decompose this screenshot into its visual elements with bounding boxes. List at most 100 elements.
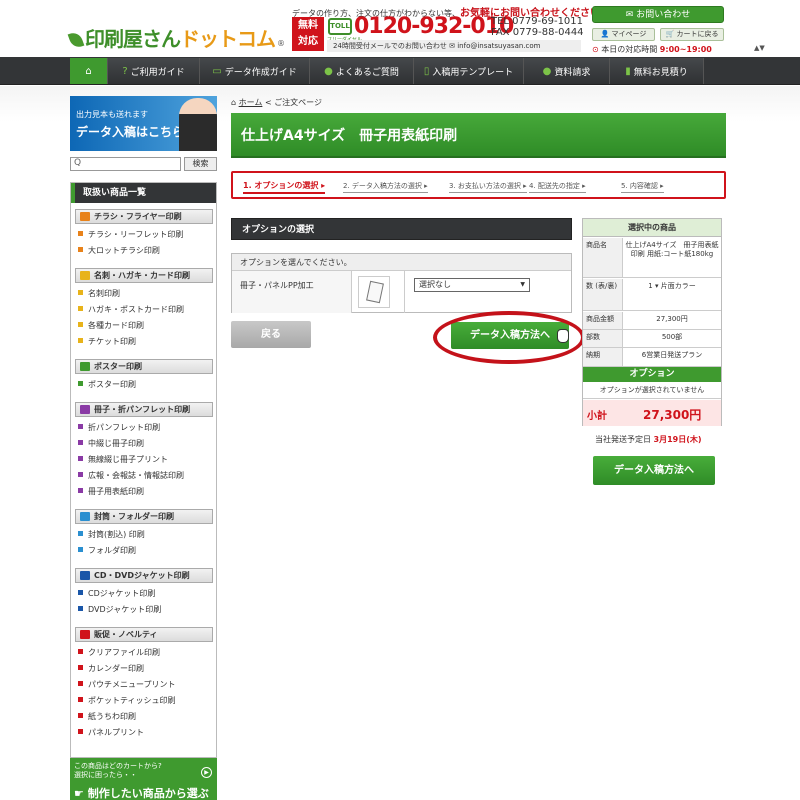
user-icon: 👤	[600, 30, 610, 38]
category-header[interactable]: ポスター印刷	[75, 359, 213, 374]
back-button[interactable]: 戻る	[231, 321, 311, 348]
nav-guide[interactable]: ? ご利用ガイド	[108, 58, 200, 84]
sidebar-product-link[interactable]: 広報・会報誌・情報誌印刷	[78, 471, 184, 481]
sidebar-product-link[interactable]: クリアファイル印刷	[78, 648, 160, 658]
summary-value[interactable]: 1 ▾ 片面カラー	[625, 279, 719, 291]
fax-line: FAX 0779-88-0444	[491, 27, 584, 38]
email-contact-note[interactable]: 24時間受付メールでのお問い合わせ ✉ info@insatsuyasan.co…	[327, 40, 581, 52]
product-link-label: チラシ・リーフレット印刷	[88, 230, 184, 239]
category-label: CD・DVDジャケット印刷	[94, 571, 190, 580]
sidebar-product-link[interactable]: ポスター印刷	[78, 380, 136, 390]
product-link-label: 紙うちわ印刷	[88, 712, 136, 721]
sidebar-product-link[interactable]: 名刺印刷	[78, 289, 120, 299]
step-2: 2. データ入稿方法の選択 ▸	[343, 181, 428, 193]
sidebar-product-link[interactable]: チケット印刷	[78, 337, 136, 347]
nav-estimate-label: 無料お見積り	[633, 67, 688, 78]
tel-main-number[interactable]: 0120-932-010	[354, 14, 514, 39]
contact-button[interactable]: ✉ お問い合わせ	[592, 6, 724, 23]
sidebar-product-link[interactable]: 封筒(割込) 印刷	[78, 530, 145, 540]
cart-button[interactable]: 🛒 カートに戻る	[660, 28, 724, 41]
upload-banner[interactable]: 出力見本も送れます データ入稿はこちら	[70, 96, 217, 151]
finder-line2: 選択に困ったら・・	[74, 771, 137, 779]
document-icon: ▯	[423, 65, 430, 77]
bullet-icon	[78, 247, 83, 252]
search-button[interactable]: 検索	[184, 157, 217, 171]
category-label: チラシ・フライヤー印刷	[94, 212, 182, 221]
search-input[interactable]: Q	[70, 157, 181, 171]
category-header[interactable]: チラシ・フライヤー印刷	[75, 209, 213, 224]
pin-icon: ●	[542, 65, 552, 77]
scroll-arrows[interactable]: ▲▼	[754, 44, 765, 52]
product-link-label: カレンダー印刷	[88, 664, 144, 673]
category-icon	[80, 630, 90, 639]
bullet-icon	[78, 290, 83, 295]
summary-heading: 選択中の商品	[583, 219, 721, 237]
breadcrumb-sep: <	[264, 98, 272, 107]
product-link-label: パネルプリント	[88, 728, 144, 737]
sidebar-product-link[interactable]: 紙うちわ印刷	[78, 712, 136, 722]
sidebar-product-link[interactable]: パネルプリント	[78, 728, 144, 738]
mypage-button[interactable]: 👤 マイページ	[592, 28, 655, 41]
category-header[interactable]: 名刺・ハガキ・カード印刷	[75, 268, 213, 283]
sidebar-product-link[interactable]: パウチメニュープリント	[78, 680, 176, 690]
bullet-icon	[78, 338, 83, 343]
finder-cta: ☛ 制作したい商品から選ぶ	[74, 785, 209, 800]
product-link-label: 各種カード印刷	[88, 321, 144, 330]
category-label: 封筒・フォルダー印刷	[94, 512, 174, 521]
mypage-label: マイページ	[611, 30, 647, 38]
nav-request-label: 資料請求	[554, 67, 591, 78]
nav-data-guide[interactable]: ▭ データ作成ガイド	[200, 58, 310, 84]
today-hours: ⊙ 本日の対応時間 9:00~19:00	[592, 44, 712, 55]
nav-estimate[interactable]: ▮ 無料お見積り	[610, 58, 704, 84]
sidebar-product-link[interactable]: チラシ・リーフレット印刷	[78, 230, 183, 240]
pointing-hand-icon: ☛	[74, 787, 84, 800]
summary-key: 部数	[583, 330, 623, 347]
sidebar-product-link[interactable]: カレンダー印刷	[78, 664, 144, 674]
site-logo[interactable]: 印刷屋さん ドットコム ®	[67, 22, 285, 52]
product-link-label: 折パンフレット印刷	[88, 423, 161, 432]
bullet-icon	[78, 440, 83, 445]
product-list: 取扱い商品一覧 チラシ・フライヤー印刷 チラシ・リーフレット印刷 大ロットチラシ印刷…	[70, 182, 217, 758]
sidebar-product-link[interactable]: DVDジャケット印刷	[78, 605, 161, 615]
sidebar-product-link[interactable]: フォルダ印刷	[78, 546, 136, 556]
bullet-icon	[78, 531, 83, 536]
sidebar-product-link[interactable]: ハガキ・ポストカード印刷	[78, 305, 184, 315]
category-icon	[80, 405, 90, 414]
nav-home[interactable]: ⌂	[70, 58, 108, 84]
product-link-label: ポスター印刷	[88, 380, 136, 389]
sidebar-product-link[interactable]: ポケットティッシュ印刷	[78, 696, 176, 706]
breadcrumb-home[interactable]: ホーム	[239, 98, 263, 107]
sidebar-product-link[interactable]: 折パンフレット印刷	[78, 423, 160, 433]
category-icon	[80, 362, 90, 371]
finder-cta-label: 制作したい商品から選ぶ	[87, 787, 209, 800]
sidebar-product-link[interactable]: 冊子用表紙印刷	[78, 487, 144, 497]
summary-key: 商品金額	[583, 312, 623, 329]
nav-request[interactable]: ● 資料請求	[524, 58, 610, 84]
banner-line1: 出力見本も送れます	[76, 110, 148, 119]
play-icon: ▶	[201, 767, 212, 778]
sidebar-product-link[interactable]: CDジャケット印刷	[78, 589, 155, 599]
next-button-sidebar[interactable]: データ入稿方法へ	[593, 456, 715, 485]
nav-template-label: 入稿用テンプレート	[432, 67, 514, 78]
nav-faq[interactable]: ● よくあるご質問	[310, 58, 414, 84]
sidebar-product-link[interactable]: 無線綴じ冊子プリント	[78, 455, 168, 465]
option-note: オプションを選んでください。	[232, 254, 571, 271]
category-header[interactable]: 販促・ノベルティ	[75, 627, 213, 642]
sidebar-product-link[interactable]: 大ロットチラシ印刷	[78, 246, 160, 256]
summary-row-qty: 数 (表/裏) 1 ▾ 片面カラー	[583, 279, 721, 311]
bullet-icon	[78, 681, 83, 686]
product-link-label: 名刺印刷	[88, 289, 120, 298]
bullet-icon	[78, 488, 83, 493]
summary-value: 仕上げA4サイズ 冊子用表紙印刷 用紙:コート紙180kg	[625, 241, 719, 258]
category-header[interactable]: 封筒・フォルダー印刷	[75, 509, 213, 524]
sidebar-product-link[interactable]: 各種カード印刷	[78, 321, 144, 331]
option-select[interactable]: 選択なし ▼	[414, 278, 530, 292]
category-header[interactable]: CD・DVDジャケット印刷	[75, 568, 213, 583]
sidebar-product-link[interactable]: 中綴じ冊子印刷	[78, 439, 144, 449]
product-finder-banner[interactable]: この商品はどのカートから? 選択に困ったら・・ ▶ ☛ 制作したい商品から選ぶ	[70, 758, 217, 800]
nav-template[interactable]: ▯ 入稿用テンプレート	[414, 58, 524, 84]
product-link-label: 無線綴じ冊子プリント	[88, 455, 168, 464]
summary-key: 商品名	[583, 238, 623, 277]
order-summary: 選択中の商品 商品名 仕上げA4サイズ 冊子用表紙印刷 用紙:コート紙180kg …	[582, 218, 722, 426]
category-header[interactable]: 冊子・折パンフレット印刷	[75, 402, 213, 417]
